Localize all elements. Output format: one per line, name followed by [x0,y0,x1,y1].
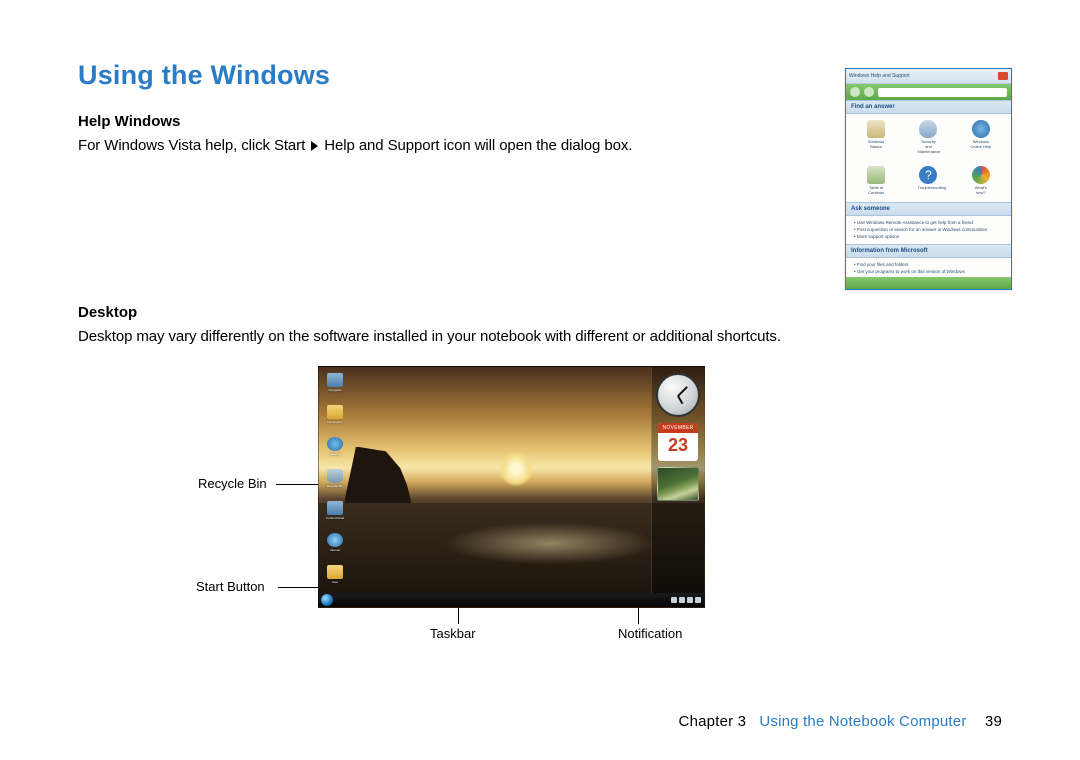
hw-toolbar [846,84,1011,100]
hw-footer [846,277,1011,289]
callout-notif: Notification [618,626,682,641]
hw-line: Find your files and folders [854,261,1003,268]
question-icon: ? [919,166,937,184]
desktop-body: Desktop may vary differently on the soft… [78,327,1002,347]
calendar-gadget-icon: NOVEMBER 23 [658,423,698,461]
hw-ic-lbl: What's new? [975,185,987,195]
cal-day: 23 [658,433,698,457]
tray-icon [687,597,693,603]
slideshow-gadget-icon [657,467,699,501]
tray-icon [679,597,685,603]
book-icon [867,120,885,138]
hw-line: More support options [854,233,1003,240]
help-body-pre: For Windows Vista help, click Start [78,137,305,154]
recycle-bin-icon: Recycle Bin [325,469,345,489]
hw-titlebar: Windows Help and Support [846,69,1011,84]
footer-chapter-title: Using the Notebook Computer [759,713,966,730]
taskbar [319,593,704,607]
vista-sidebar: NOVEMBER 23 [651,367,704,593]
computer-icon: Computer [325,373,345,393]
globe-icon [972,120,990,138]
notification-area [671,597,704,603]
hw-section-info: Information from Microsoft [846,244,1011,258]
footer-chapter-label: Chapter 3 [679,713,747,730]
help-window-figure: Windows Help and Support Find an answer … [845,68,1012,290]
back-icon [850,87,860,97]
network-icon: Network [325,437,345,457]
shield-icon [919,120,937,138]
hw-title: Windows Help and Support [849,73,910,79]
hw-ic-lbl: Table of Contents [868,185,884,195]
list-icon [867,166,885,184]
forward-icon [864,87,874,97]
hw-ic-lbl: Security and Maintenance [917,139,940,154]
lead-start [278,587,323,588]
desktop-screenshot: Computer Documents Network Recycle Bin C… [318,366,705,608]
help-body-post: Help and Support icon will open the dial… [324,137,632,154]
callout-taskbar: Taskbar [430,626,476,641]
flag-icon [972,166,990,184]
control-panel-icon: Control Panel [325,501,345,521]
hw-ic-lbl: Windows Basics [868,139,884,149]
user-icon: User [325,565,345,585]
shore-reflection [319,503,704,593]
tray-icon [671,597,677,603]
footer-page-number: 39 [985,713,1002,730]
documents-icon: Documents [325,405,345,425]
tray-icon [695,597,701,603]
hw-ask-list: Use Windows Remote Assistance to get hel… [846,216,1011,244]
hw-search [878,88,1007,97]
clock-gadget-icon [656,373,700,417]
desktop-heading: Desktop [78,304,1002,321]
start-button-icon [321,594,333,606]
desktop-figure: Recycle Bin Start Button Taskbar Notific… [78,366,838,666]
callout-start: Start Button [196,579,265,594]
hw-line: Get your programs to work on this versio… [854,268,1003,275]
desktop-icons-column: Computer Documents Network Recycle Bin C… [325,373,345,585]
hw-ic-lbl: Troubleshooting [917,185,946,190]
close-icon [998,72,1008,80]
hw-section-find: Find an answer [846,100,1011,114]
hw-line: Post a question or search for an answer … [854,226,1003,233]
callout-recycle: Recycle Bin [198,476,267,491]
triangle-icon [311,141,318,151]
hw-icons-row2: Table of Contents ?Troubleshooting What'… [846,160,1011,202]
ie-icon: Internet [325,533,345,553]
hw-section-ask: Ask someone [846,202,1011,216]
page-footer: Chapter 3 Using the Notebook Computer 39 [679,713,1002,730]
hw-line: Use Windows Remote Assistance to get hel… [854,219,1003,226]
sun-glow [499,452,533,486]
hw-icons-row1: Windows Basics Security and Maintenance … [846,114,1011,160]
hw-ic-lbl: Windows Online Help [970,139,991,149]
cal-month: NOVEMBER [658,423,698,433]
